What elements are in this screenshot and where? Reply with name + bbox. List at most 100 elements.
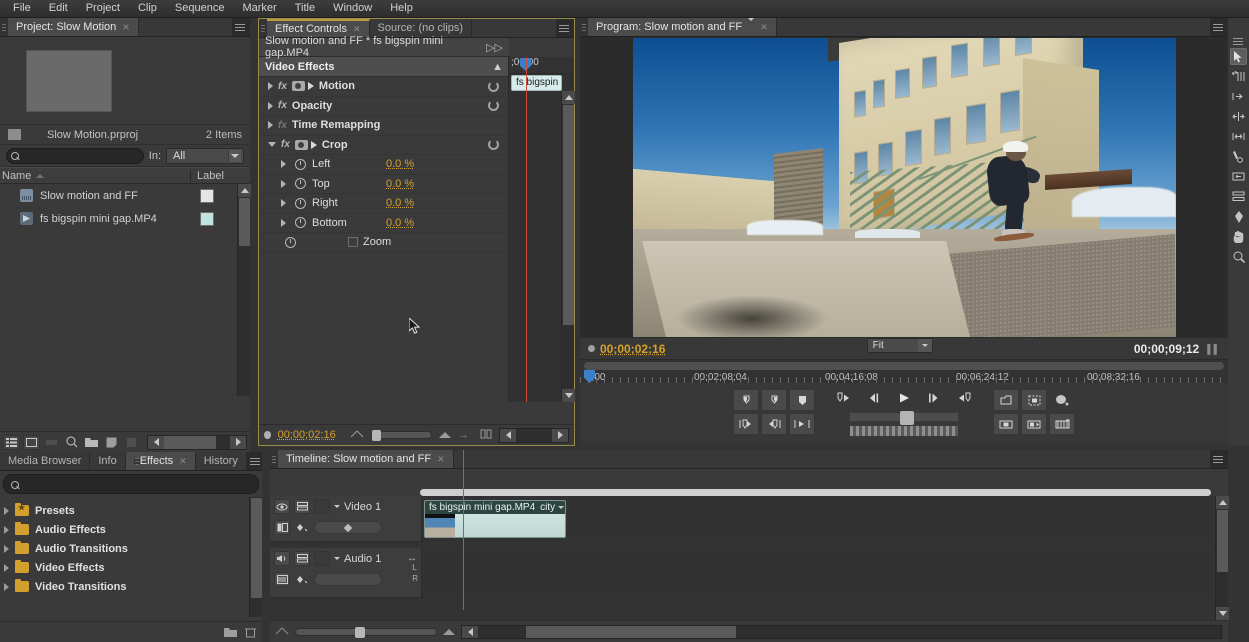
project-row-sequence[interactable]: Slow motion and FF <box>0 184 250 207</box>
tab-effects[interactable]: Effects ✕ <box>125 452 196 470</box>
toggle-sync-lock-icon[interactable] <box>294 551 310 566</box>
disclosure-triangle-icon[interactable] <box>268 121 273 130</box>
program-current-timecode[interactable]: 00;00;02;16 <box>600 342 665 356</box>
mark-out-button[interactable] <box>761 389 787 411</box>
go-to-previous-edit-button[interactable] <box>831 387 857 409</box>
effects-folder-video-transitions[interactable]: Video Transitions <box>0 577 262 596</box>
param-value-right[interactable]: 0.0 % <box>386 197 414 209</box>
close-icon[interactable]: ✕ <box>353 24 361 35</box>
menu-item-title[interactable]: Title <box>286 0 324 17</box>
mark-in-button[interactable] <box>733 389 759 411</box>
column-header-name[interactable]: Name <box>0 170 190 182</box>
menu-item-file[interactable]: File <box>4 0 40 17</box>
toggle-track-output-icon[interactable] <box>274 499 290 514</box>
slide-tool[interactable] <box>1230 188 1247 205</box>
toggle-track-mute-icon[interactable] <box>274 551 290 566</box>
effect-controls-vertical-scrollbar[interactable] <box>561 91 575 402</box>
label-color-swatch[interactable] <box>200 211 214 226</box>
new-item-icon[interactable] <box>103 435 120 450</box>
collapse-track-icon[interactable] <box>334 505 340 508</box>
clear-icon[interactable] <box>123 435 140 450</box>
reset-icon[interactable] <box>488 80 499 92</box>
project-search-input[interactable] <box>6 147 144 164</box>
stopwatch-icon[interactable] <box>295 217 306 229</box>
menu-item-clip[interactable]: Clip <box>129 0 166 17</box>
panel-menu-icon[interactable] <box>1210 18 1228 36</box>
effect-controls-zoom-slider[interactable] <box>370 430 432 441</box>
disclosure-triangle-icon[interactable] <box>281 199 286 208</box>
icon-view-icon[interactable] <box>23 434 40 450</box>
disclosure-triangle-icon[interactable] <box>268 82 273 91</box>
program-duration-timecode[interactable]: 00;00;09;12 <box>1134 342 1199 356</box>
scroll-down-arrow-icon[interactable] <box>562 389 575 402</box>
keyframe-navigator[interactable] <box>314 521 382 534</box>
collapse-section-icon[interactable]: ▲ <box>492 61 503 73</box>
effects-folder-audio-effects[interactable]: Audio Effects <box>0 520 262 539</box>
safe-margins-button[interactable] <box>1021 389 1047 411</box>
toggle-track-lock-icon[interactable] <box>314 551 330 566</box>
tab-info[interactable]: Info <box>90 452 126 470</box>
program-time-ruler[interactable]: 0;00 00;02;08;04 00;04;16;08 00;06;24;12… <box>580 359 1228 383</box>
menu-item-window[interactable]: Window <box>324 0 381 17</box>
effects-search-input[interactable] <box>3 474 259 494</box>
scroll-left-arrow-icon[interactable] <box>462 625 478 638</box>
disclosure-triangle-icon[interactable] <box>4 544 9 553</box>
keyframe-navigator[interactable] <box>314 573 382 586</box>
effect-controls-clip-bar[interactable]: fs bigspin n <box>511 75 562 91</box>
effects-folder-video-effects[interactable]: Video Effects <box>0 558 262 577</box>
menu-item-project[interactable]: Project <box>77 0 129 17</box>
param-value-left[interactable]: 0.0 % <box>386 158 414 170</box>
scroll-right-arrow-icon[interactable] <box>230 435 246 449</box>
set-display-style-icon[interactable] <box>274 572 290 587</box>
rate-stretch-tool[interactable] <box>1230 128 1247 145</box>
new-bin-icon[interactable] <box>83 435 100 450</box>
stopwatch-icon[interactable] <box>285 236 296 248</box>
scroll-up-arrow-icon[interactable] <box>238 184 251 197</box>
tab-timeline[interactable]: Timeline: Slow motion and FF ✕ <box>278 450 454 468</box>
panel-menu-icon[interactable] <box>556 19 574 37</box>
disclosure-triangle-icon[interactable] <box>4 525 9 534</box>
program-zoom-scrollbar[interactable] <box>584 362 1224 370</box>
stopwatch-icon[interactable] <box>295 178 306 190</box>
program-video-area[interactable] <box>580 37 1228 337</box>
go-to-next-edit-button[interactable] <box>951 387 977 409</box>
delete-custom-item-icon[interactable] <box>242 625 259 640</box>
button-editor-button[interactable] <box>1049 389 1075 411</box>
effect-row-motion[interactable]: fx Motion <box>259 77 509 97</box>
hand-tool[interactable] <box>1230 228 1247 245</box>
set-display-style-icon[interactable] <box>274 520 290 535</box>
effect-controls-horizontal-scrollbar[interactable] <box>499 427 569 443</box>
param-value-top[interactable]: 0.0 % <box>386 178 414 190</box>
project-horizontal-scrollbar[interactable] <box>147 434 247 450</box>
timeline-vertical-scrollbar[interactable] <box>1215 496 1229 620</box>
effect-controls-ruler[interactable]: ;00;00 <box>509 57 574 74</box>
go-to-in-button[interactable] <box>733 413 759 435</box>
show-keyframes-icon[interactable] <box>294 572 310 587</box>
zoom-out-icon[interactable] <box>275 626 289 638</box>
lift-button[interactable] <box>993 413 1019 435</box>
param-row-bottom[interactable]: Bottom 0.0 % <box>259 214 509 233</box>
menu-item-sequence[interactable]: Sequence <box>166 0 234 17</box>
timeline-clip[interactable]: fs bigspin mini gap.MP4 city <box>424 500 566 538</box>
shuttle-slider[interactable] <box>849 411 959 425</box>
keyframe-diamond-icon[interactable] <box>343 523 353 532</box>
export-frame-button[interactable] <box>993 389 1019 411</box>
track-select-tool[interactable] <box>1230 68 1247 85</box>
in-filter-dropdown[interactable]: All <box>166 147 244 164</box>
param-row-left[interactable]: Left 0.0 % <box>259 155 509 175</box>
disclosure-triangle-icon[interactable] <box>281 179 286 188</box>
effects-folder-presets[interactable]: Presets <box>0 501 262 520</box>
param-row-zoom[interactable]: Zoom <box>259 233 509 253</box>
go-to-out-button[interactable] <box>761 413 787 435</box>
scrollbar-thumb[interactable] <box>526 625 736 638</box>
play-in-to-out-button[interactable] <box>789 413 815 435</box>
panel-menu-icon[interactable] <box>1210 450 1228 468</box>
panel-menu-icon[interactable] <box>232 18 250 36</box>
scrollbar-thumb[interactable] <box>251 498 262 598</box>
zoom-level-dropdown[interactable]: Fit <box>866 338 933 353</box>
chevron-down-icon[interactable] <box>748 18 755 33</box>
effect-row-opacity[interactable]: fx Opacity <box>259 97 509 116</box>
param-value-bottom[interactable]: 0.0 % <box>386 217 414 229</box>
close-icon[interactable]: ✕ <box>122 22 130 33</box>
scroll-up-arrow-icon[interactable] <box>1216 496 1229 509</box>
